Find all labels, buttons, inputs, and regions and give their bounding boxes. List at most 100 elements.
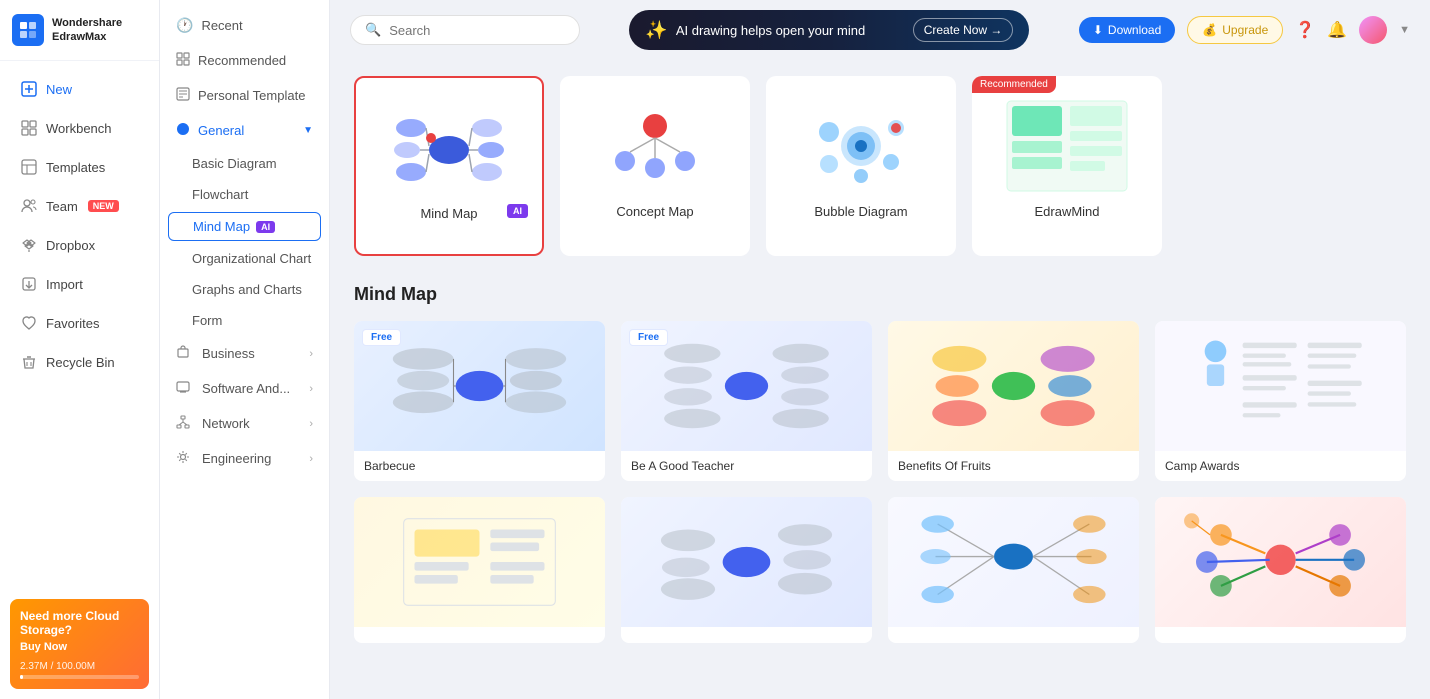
new-icon — [20, 80, 38, 98]
notification-icon[interactable]: 🔔 — [1327, 20, 1347, 40]
search-bar[interactable]: 🔍 — [350, 15, 580, 45]
help-icon[interactable]: ❓ — [1295, 20, 1315, 40]
sidebar-item-new[interactable]: New — [6, 70, 153, 108]
main-content: 🔍 ✨ AI drawing helps open your mind Crea… — [330, 0, 1430, 699]
content-area: AI Mind Map Concept Map — [330, 60, 1430, 659]
t8-svg — [1155, 497, 1406, 627]
upgrade-icon: 💰 — [1202, 23, 1217, 37]
mid-section-software[interactable]: Software And... › — [160, 371, 329, 406]
ai-banner[interactable]: ✨ AI drawing helps open your mind Create… — [629, 10, 1029, 50]
sidebar-item-label-import: Import — [46, 277, 83, 292]
personal-icon — [176, 87, 190, 104]
template-grid: Free — [354, 321, 1406, 643]
top-templates: AI Mind Map Concept Map — [354, 76, 1406, 256]
mid-item-personal[interactable]: Personal Template — [160, 78, 329, 113]
thumb-img-t8 — [1155, 497, 1406, 627]
topbar-actions: ⬇ Download 💰 Upgrade ❓ 🔔 ▼ — [1079, 16, 1410, 44]
engineering-icon — [176, 450, 190, 467]
template-thumb-t8[interactable] — [1155, 497, 1406, 643]
template-card-mindmap[interactable]: AI Mind Map — [354, 76, 544, 256]
template-thumb-t5[interactable] — [354, 497, 605, 643]
business-icon — [176, 345, 190, 362]
thumb-img-camp — [1155, 321, 1406, 451]
app-logo[interactable]: Wondershare EdrawMax — [0, 0, 159, 61]
sidebar-item-label-dropbox: Dropbox — [46, 238, 95, 253]
thumb-img-t7 — [888, 497, 1139, 627]
template-thumb-camp[interactable]: Camp Awards — [1155, 321, 1406, 481]
thumb-label-barbecue: Barbecue — [354, 451, 605, 481]
mid-item-label-recommended: Recommended — [198, 53, 286, 68]
template-card-edrawmind-label: EdrawMind — [1034, 204, 1099, 219]
t5-svg — [354, 497, 605, 627]
general-chevron-icon: ▼ — [303, 125, 313, 136]
thumb-img-t5 — [354, 497, 605, 627]
topbar: 🔍 ✨ AI drawing helps open your mind Crea… — [330, 0, 1430, 60]
storage-bar — [20, 675, 139, 679]
template-thumb-teacher[interactable]: Free Be A Good Tea — [621, 321, 872, 481]
template-card-concept-label: Concept Map — [616, 204, 693, 219]
mid-item-recommended[interactable]: Recommended — [160, 43, 329, 78]
camp-svg — [1155, 321, 1406, 451]
template-card-bubble-label: Bubble Diagram — [814, 204, 907, 219]
bubble-preview-svg — [801, 96, 921, 196]
mid-section-network[interactable]: Network › — [160, 406, 329, 441]
mid-section-engineering[interactable]: Engineering › — [160, 441, 329, 476]
template-card-edrawmind[interactable]: Recommended EdrawMind — [972, 76, 1162, 256]
search-input[interactable] — [389, 23, 565, 38]
template-card-bubble[interactable]: Bubble Diagram — [766, 76, 956, 256]
free-badge-barbecue: Free — [362, 329, 401, 346]
software-icon — [176, 380, 190, 397]
mid-item-label-recent: Recent — [201, 18, 242, 33]
storage-bar-fill — [20, 675, 23, 679]
storage-usage-text: 2.37M / 100.00M — [20, 661, 139, 672]
mid-sub-graphs[interactable]: Graphs and Charts — [160, 274, 329, 305]
ai-banner-cta-button[interactable]: Create Now → — [913, 18, 1014, 42]
sidebar-item-recycle[interactable]: Recycle Bin — [6, 343, 153, 381]
middle-panel: 🕐 Recent Recommended Personal Template G… — [160, 0, 330, 699]
mid-sub-basic[interactable]: Basic Diagram — [160, 148, 329, 179]
template-thumb-t7[interactable] — [888, 497, 1139, 643]
template-card-mindmap-label: Mind Map — [420, 206, 477, 221]
recommended-badge: Recommended — [972, 76, 1056, 93]
download-icon: ⬇ — [1093, 23, 1103, 37]
mid-sub-mindmap[interactable]: Mind Map AI — [168, 212, 321, 241]
template-thumb-t6[interactable] — [621, 497, 872, 643]
sidebar-item-workbench[interactable]: Workbench — [6, 109, 153, 147]
sidebar-item-label-team: Team — [46, 199, 78, 214]
cloud-storage-buy[interactable]: Buy Now — [20, 641, 139, 653]
template-thumb-fruits[interactable]: Benefits Of Fruits — [888, 321, 1139, 481]
template-card-concept[interactable]: Concept Map — [560, 76, 750, 256]
t7-svg — [888, 497, 1139, 627]
mid-item-recent[interactable]: 🕐 Recent — [160, 8, 329, 43]
engineering-expand-icon: › — [309, 453, 313, 465]
sidebar-item-label-new: New — [46, 82, 72, 97]
mid-sub-form[interactable]: Form — [160, 305, 329, 336]
template-thumb-barbecue[interactable]: Free — [354, 321, 605, 481]
avatar-dropdown-icon[interactable]: ▼ — [1399, 24, 1410, 36]
sidebar-item-team[interactable]: Team NEW — [6, 187, 153, 225]
ai-badge-mindmap: AI — [256, 221, 275, 233]
user-avatar[interactable] — [1359, 16, 1387, 44]
mid-section-business[interactable]: Business › — [160, 336, 329, 371]
thumb-img-fruits — [888, 321, 1139, 451]
import-icon — [20, 275, 38, 293]
recent-icon: 🕐 — [176, 17, 193, 34]
sidebar-item-templates[interactable]: Templates — [6, 148, 153, 186]
sidebar-item-favorites[interactable]: Favorites — [6, 304, 153, 342]
dropbox-icon — [20, 236, 38, 254]
thumb-img-barbecue: Free — [354, 321, 605, 451]
templates-icon — [20, 158, 38, 176]
ai-banner-icon: ✨ — [645, 20, 667, 41]
thumb-label-t5 — [354, 627, 605, 643]
mid-sub-flowchart[interactable]: Flowchart — [160, 179, 329, 210]
cloud-storage-card[interactable]: Need more Cloud Storage? Buy Now 2.37M /… — [10, 599, 149, 689]
mindmap-preview-svg — [389, 98, 509, 198]
upgrade-button[interactable]: 💰 Upgrade — [1187, 16, 1283, 44]
sidebar-item-label-recycle: Recycle Bin — [46, 355, 115, 370]
sidebar-item-dropbox[interactable]: Dropbox — [6, 226, 153, 264]
download-button[interactable]: ⬇ Download — [1079, 17, 1175, 43]
mid-sub-org[interactable]: Organizational Chart — [160, 243, 329, 274]
mid-section-general[interactable]: General ▼ — [160, 113, 329, 148]
sidebar-item-import[interactable]: Import — [6, 265, 153, 303]
free-badge-teacher: Free — [629, 329, 668, 346]
